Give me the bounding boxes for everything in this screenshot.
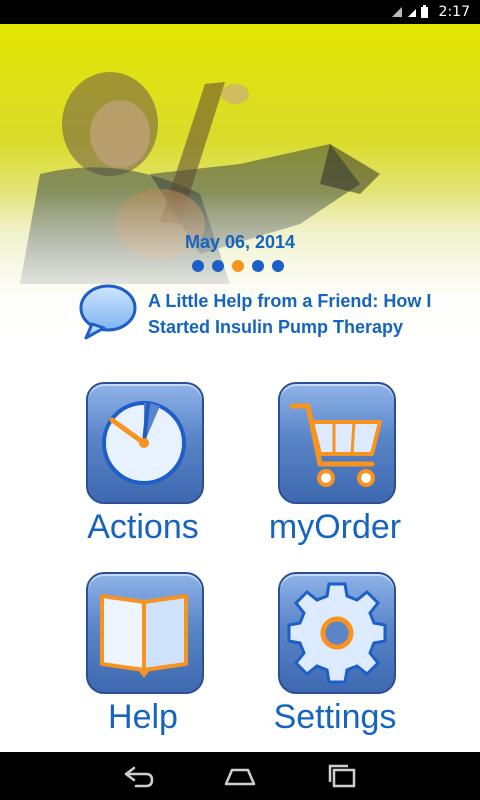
speech-bubble-icon	[79, 284, 137, 340]
settings-label[interactable]: Settings	[235, 698, 435, 737]
carousel-dot[interactable]	[252, 260, 264, 272]
home-icon[interactable]	[220, 762, 260, 790]
status-bar: 2:17	[0, 0, 480, 24]
carousel-dot[interactable]	[272, 260, 284, 272]
carousel-dot[interactable]	[192, 260, 204, 272]
myorder-button[interactable]	[278, 382, 396, 504]
signal-battery-icon	[392, 5, 428, 18]
navigation-bar	[0, 752, 480, 800]
gear-icon	[287, 582, 387, 684]
help-label[interactable]: Help	[43, 698, 243, 737]
recents-icon[interactable]	[322, 762, 362, 790]
timer-icon	[102, 401, 186, 485]
article-date: May 06, 2014	[184, 232, 296, 252]
carousel-dot-active[interactable]	[232, 260, 244, 272]
help-button[interactable]	[86, 572, 204, 694]
article-headline[interactable]: A Little Help from a Friend: How I Start…	[148, 288, 478, 340]
settings-button[interactable]	[278, 572, 396, 694]
actions-label[interactable]: Actions	[43, 508, 243, 547]
carousel-indicator	[192, 260, 288, 274]
actions-button[interactable]	[86, 382, 204, 504]
myorder-label[interactable]: myOrder	[235, 508, 435, 547]
book-icon	[100, 594, 188, 678]
carousel-dot[interactable]	[212, 260, 224, 272]
clock: 2:17	[438, 4, 470, 20]
back-icon[interactable]	[118, 762, 158, 790]
cart-icon	[289, 403, 382, 487]
